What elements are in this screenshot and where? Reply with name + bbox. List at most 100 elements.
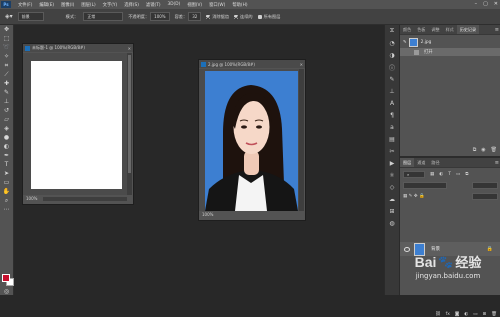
layer-kind-filter[interactable]: ⌕ (403, 170, 425, 178)
vertical-scrollbar[interactable] (299, 69, 304, 211)
brush-panel-icon[interactable]: ✎ (385, 73, 399, 85)
zoom-tool-icon[interactable]: ⌕ (0, 196, 13, 205)
document-tab[interactable]: 2.jpg @ 100%(RGB/8#) ✕ (199, 60, 305, 68)
lock-icons[interactable]: ▦ ✎ ✥ 🔒 (403, 194, 425, 199)
visibility-eye-icon[interactable] (404, 246, 410, 252)
properties-panel-icon[interactable]: ◔ (385, 37, 399, 49)
lasso-tool-icon[interactable]: ➰ (0, 43, 13, 52)
tab-color[interactable]: 颜色 (400, 25, 414, 34)
blank-canvas[interactable] (31, 61, 122, 189)
move-tool-icon[interactable]: ✥ (0, 25, 13, 34)
healing-brush-tool-icon[interactable]: ✚ (0, 79, 13, 88)
brush-tool-icon[interactable]: ✎ (0, 88, 13, 97)
tab-history[interactable]: 历史记录 (456, 25, 480, 34)
fill-source-select[interactable]: 前景 (17, 12, 44, 21)
id-photo[interactable] (205, 71, 298, 211)
mode-select[interactable]: 正常 (83, 12, 124, 21)
path-selection-tool-icon[interactable]: ➤ (0, 169, 13, 178)
color-panel-icon[interactable]: ◍ (385, 217, 399, 229)
menu-edit[interactable]: 编辑(E) (39, 2, 54, 8)
blur-tool-icon[interactable]: ● (0, 133, 13, 142)
new-adjustment-icon[interactable]: ◐ (464, 312, 468, 317)
paragraph-panel-icon[interactable]: ¶ (385, 109, 399, 121)
type-tool-icon[interactable]: T (0, 160, 13, 169)
layer-style-icon[interactable]: fx (446, 312, 450, 317)
navigator-panel-icon[interactable]: ⊞ (385, 205, 399, 217)
timeline-panel-icon[interactable]: ⚛ (385, 169, 399, 181)
actions-panel-icon[interactable]: ▶ (385, 157, 399, 169)
eraser-tool-icon[interactable]: ▱ (0, 115, 13, 124)
document-tab[interactable]: 未标题-1 @ 100%(RGB/8#) ✕ (23, 44, 133, 52)
new-snapshot-icon[interactable]: ◉ (481, 147, 485, 153)
info-panel-icon[interactable]: ⓘ (385, 61, 399, 73)
more-tools-icon[interactable]: ⋯ (0, 205, 13, 214)
shape-filter-icon[interactable]: ▭ (456, 172, 460, 177)
3d-panel-icon[interactable]: ◇ (385, 181, 399, 193)
maximize-icon[interactable]: ▢ (483, 1, 488, 7)
contiguous-checkbox[interactable]: 连续的 (234, 14, 253, 20)
all-layers-checkbox[interactable]: 所有图层 (257, 14, 280, 20)
document-window-untitled[interactable]: 未标题-1 @ 100%(RGB/8#) ✕ 100% (22, 43, 134, 205)
glyph-panel-icon[interactable]: a (385, 121, 399, 133)
document-window-photo[interactable]: 2.jpg @ 100%(RGB/8#) ✕ 100% (198, 59, 306, 221)
horizontal-scrollbar[interactable] (43, 197, 127, 201)
magic-wand-tool-icon[interactable]: ✧ (0, 52, 13, 61)
panel-menu-icon[interactable]: ≡ (495, 160, 499, 166)
marquee-tool-icon[interactable]: ⬚ (0, 34, 13, 43)
new-layer-icon[interactable]: ⊞ (483, 312, 487, 317)
menu-view[interactable]: 视图(V) (187, 2, 202, 8)
tolerance-input[interactable]: 32 (188, 12, 202, 21)
blend-mode-select[interactable] (403, 181, 447, 189)
vertical-scrollbar[interactable] (127, 53, 132, 195)
menu-layer[interactable]: 图层(L) (81, 2, 95, 8)
close-document-icon[interactable]: ✕ (128, 46, 131, 51)
adjustment-filter-icon[interactable]: ◐ (439, 172, 443, 177)
menu-select[interactable]: 选择(S) (124, 2, 139, 8)
tool-presets-panel-icon[interactable]: ✂ (385, 145, 399, 157)
layer-opacity-input[interactable] (472, 181, 498, 189)
tab-swatches[interactable]: 色板 (414, 25, 428, 34)
close-document-icon[interactable]: ✕ (300, 62, 303, 67)
paint-bucket-icon[interactable]: ◈▾ (5, 13, 13, 20)
hand-tool-icon[interactable]: ✋ (0, 187, 13, 196)
menu-filter[interactable]: 滤镜(T) (146, 2, 161, 8)
clone-source-panel-icon[interactable]: ⊥ (385, 85, 399, 97)
foreground-color-swatch[interactable] (2, 274, 10, 282)
menu-3d[interactable]: 3D(D) (168, 2, 181, 7)
menu-file[interactable]: 文件(F) (18, 2, 32, 8)
dodge-tool-icon[interactable]: ◐ (0, 142, 13, 151)
layer-comps-panel-icon[interactable]: ▤ (385, 133, 399, 145)
eyedropper-tool-icon[interactable]: ⟋ (0, 70, 13, 79)
menu-window[interactable]: 窗口(W) (209, 2, 225, 8)
paint-bucket-tool-icon[interactable]: ◈ (0, 124, 13, 133)
history-snapshot[interactable]: ✎ 2.jpg (400, 37, 500, 47)
fill-input[interactable] (472, 192, 498, 200)
tab-layers[interactable]: 图层 (400, 158, 415, 167)
tab-channels[interactable]: 通道 (414, 158, 428, 167)
minimize-icon[interactable]: – (475, 1, 478, 7)
new-group-icon[interactable]: ▭ (473, 312, 477, 317)
pen-tool-icon[interactable]: ✒ (0, 151, 13, 160)
new-document-from-state-icon[interactable]: ⧉ (473, 147, 477, 153)
tab-styles[interactable]: 样式 (443, 25, 457, 34)
color-swatches[interactable] (2, 274, 14, 286)
crop-tool-icon[interactable]: ⌗ (0, 61, 13, 70)
opacity-input[interactable]: 100% (150, 12, 170, 21)
menu-help[interactable]: 帮助(H) (232, 2, 247, 8)
link-layers-icon[interactable]: ⛓ (435, 312, 441, 317)
antialias-checkbox[interactable]: 消除锯齿 (206, 14, 229, 20)
menu-image[interactable]: 图像(I) (61, 2, 74, 8)
close-icon[interactable]: ✕ (494, 1, 498, 7)
delete-icon[interactable]: 🗑 (491, 147, 497, 153)
character-panel-icon[interactable]: A (385, 97, 399, 109)
menu-type[interactable]: 文字(Y) (103, 2, 118, 8)
libraries-panel-icon[interactable]: ☁ (385, 193, 399, 205)
smart-object-filter-icon[interactable]: ⧉ (465, 171, 468, 177)
pixel-filter-icon[interactable]: ▦ (430, 172, 434, 177)
clone-stamp-tool-icon[interactable]: ⊥ (0, 97, 13, 106)
canvas-area[interactable] (23, 53, 127, 195)
delete-layer-icon[interactable]: 🗑 (491, 312, 497, 317)
history-brush-tool-icon[interactable]: ↺ (0, 106, 13, 115)
rectangle-tool-icon[interactable]: ▭ (0, 178, 13, 187)
add-mask-icon[interactable]: ◙ (455, 312, 459, 317)
